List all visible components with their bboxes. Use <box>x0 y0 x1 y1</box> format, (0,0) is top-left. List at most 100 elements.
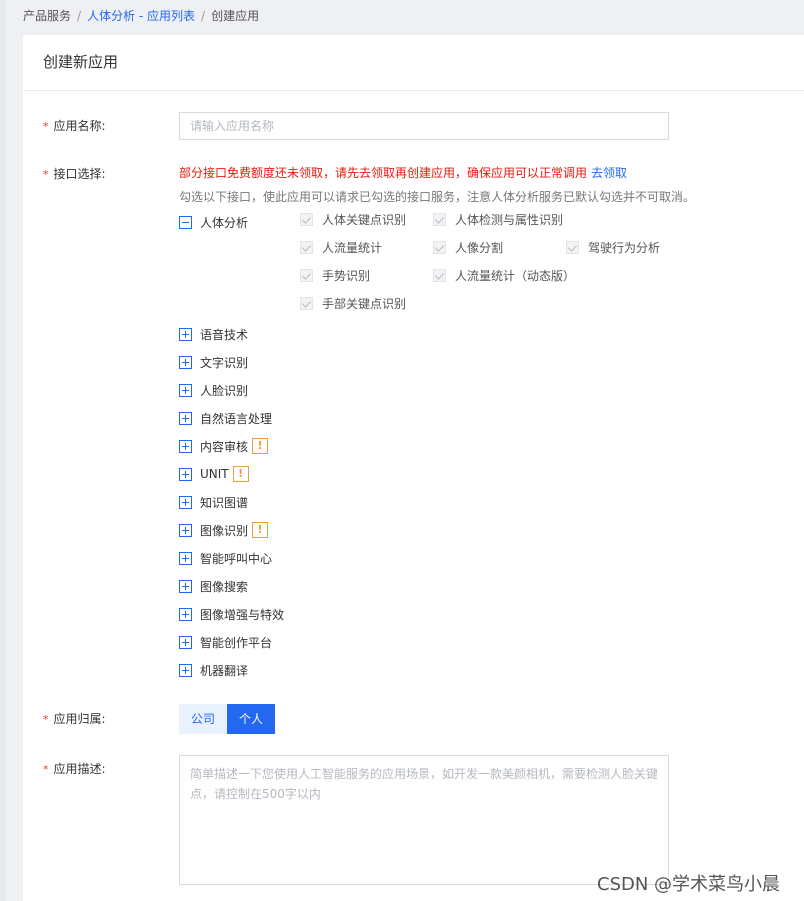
warning-badge-icon: ! <box>232 466 249 482</box>
claim-quota-link[interactable]: 去领取 <box>591 166 627 180</box>
expand-icon[interactable] <box>179 439 192 453</box>
tree-group-label: 机器翻译 <box>200 663 249 678</box>
required-mark: * <box>43 168 49 181</box>
checkmark-icon <box>433 269 446 282</box>
tree-group-label: 图像识别 <box>200 523 249 538</box>
app-name-input[interactable]: 请输入应用名称 <box>179 112 669 140</box>
api-checkbox: 人体检测与属性识别 <box>433 211 563 228</box>
expand-icon[interactable] <box>179 383 192 397</box>
api-checkbox-label: 手势识别 <box>322 269 371 283</box>
expand-icon[interactable] <box>179 551 192 565</box>
tree-group-image-enhance[interactable]: 图像增强与特效 <box>179 606 284 622</box>
api-select-label-text: 接口选择: <box>53 167 106 181</box>
breadcrumb-item-app-list[interactable]: 人体分析 - 应用列表 <box>87 9 195 23</box>
collapse-icon[interactable] <box>179 215 192 229</box>
ownership-option-company[interactable]: 公司 <box>179 704 227 734</box>
checkmark-icon <box>300 297 313 310</box>
create-app-panel: 创建新应用 * 应用名称: 请输入应用名称 * 接口选择: 部分接口免费额度还未领取… <box>23 35 804 901</box>
ownership-label-text: 应用归属: <box>53 712 106 726</box>
api-checkbox: 人流量统计 <box>300 239 382 256</box>
api-checkbox: 人像分割 <box>433 239 503 256</box>
checkmark-icon <box>433 241 446 254</box>
free-quota-warning: 部分接口免费额度还未领取，请先去领取再创建应用，确保应用可以正常调用 去领取 <box>179 164 627 181</box>
tree-group-creation-platform[interactable]: 智能创作平台 <box>179 634 272 650</box>
tree-group-label: 智能呼叫中心 <box>200 551 273 566</box>
api-select-label: * 接口选择: <box>43 165 106 182</box>
required-mark: * <box>43 120 49 133</box>
breadcrumb-separator: / <box>201 9 206 23</box>
watermark: CSDN @学术菜鸟小晨 <box>597 874 781 895</box>
tree-group-machine-translation[interactable]: 机器翻译 <box>179 662 248 678</box>
expand-icon[interactable] <box>179 579 192 593</box>
tree-group-label: 语音技术 <box>200 327 249 342</box>
description-label: * 应用描述: <box>43 760 106 777</box>
expand-icon[interactable] <box>179 523 192 537</box>
api-checkbox-label: 人体关键点识别 <box>322 213 407 227</box>
api-checkbox-label: 人流量统计（动态版） <box>455 269 576 283</box>
app-name-label: * 应用名称: <box>43 117 106 134</box>
required-mark: * <box>43 713 49 726</box>
api-checkbox-label: 人流量统计 <box>322 241 383 255</box>
tree-group-knowledge-graph[interactable]: 知识图谱 <box>179 494 248 510</box>
tree-group-label: 文字识别 <box>200 355 249 370</box>
app-name-label-text: 应用名称: <box>53 119 106 133</box>
api-checkbox: 驾驶行为分析 <box>566 239 660 256</box>
expand-icon[interactable] <box>179 355 192 369</box>
tree-group-label: 知识图谱 <box>200 495 249 510</box>
expand-icon[interactable] <box>179 607 192 621</box>
page-title: 创建新应用 <box>23 35 804 91</box>
expand-icon[interactable] <box>179 663 192 677</box>
expand-icon[interactable] <box>179 327 192 341</box>
tree-group-face[interactable]: 人脸识别 <box>179 382 248 398</box>
breadcrumb-separator: / <box>77 9 82 23</box>
api-checkbox-label: 手部关键点识别 <box>322 297 407 311</box>
ownership-option-personal[interactable]: 个人 <box>227 704 275 734</box>
api-select-hint: 勾选以下接口，使此应用可以请求已勾选的接口服务，注意人体分析服务已默认勾选并不可… <box>179 190 696 204</box>
tree-group-label: UNIT <box>200 467 229 481</box>
breadcrumb: 产品服务 / 人体分析 - 应用列表 / 创建应用 <box>23 7 259 24</box>
checkmark-icon <box>566 241 579 254</box>
tree-group-unit[interactable]: UNIT! <box>179 466 249 482</box>
expand-icon[interactable] <box>179 467 192 481</box>
warning-badge-icon: ! <box>252 522 269 538</box>
description-label-text: 应用描述: <box>53 762 106 776</box>
tree-group-ocr[interactable]: 文字识别 <box>179 354 248 370</box>
tree-group-label: 图像搜索 <box>200 579 249 594</box>
ownership-toggle: 公司 个人 <box>179 704 275 734</box>
free-quota-warning-text: 部分接口免费额度还未领取，请先去领取再创建应用，确保应用可以正常调用 <box>179 166 588 180</box>
checkmark-icon <box>433 213 446 226</box>
api-checkbox-label: 人体检测与属性识别 <box>455 213 564 227</box>
warning-badge-icon: ! <box>252 438 269 454</box>
api-checkbox: 人流量统计（动态版） <box>433 267 575 284</box>
checkmark-icon <box>300 213 313 226</box>
ownership-label: * 应用归属: <box>43 710 106 727</box>
checkmark-icon <box>300 241 313 254</box>
tree-group-label: 智能创作平台 <box>200 635 273 650</box>
description-textarea[interactable]: 简单描述一下您使用人工智能服务的应用场景，如开发一款美颜相机，需要检测人脸关键点… <box>179 755 669 885</box>
expand-icon[interactable] <box>179 635 192 649</box>
tree-group-label: 图像增强与特效 <box>200 607 285 622</box>
checkmark-icon <box>300 269 313 282</box>
api-checkbox-label: 人像分割 <box>455 241 504 255</box>
tree-group-call-center[interactable]: 智能呼叫中心 <box>179 550 272 566</box>
tree-group-content-review[interactable]: 内容审核! <box>179 438 269 454</box>
api-checkbox: 手势识别 <box>300 267 370 284</box>
tree-group-label: 人体分析 <box>200 215 249 230</box>
api-checkbox: 手部关键点识别 <box>300 295 406 312</box>
tree-group-label: 内容审核 <box>200 439 249 454</box>
tree-group-image-search[interactable]: 图像搜索 <box>179 578 248 594</box>
expand-icon[interactable] <box>179 411 192 425</box>
tree-group-body-analysis[interactable]: 人体分析 <box>179 214 248 230</box>
expand-icon[interactable] <box>179 495 192 509</box>
breadcrumb-item-products[interactable]: 产品服务 <box>23 9 71 23</box>
api-checkbox: 人体关键点识别 <box>300 211 406 228</box>
tree-group-speech[interactable]: 语音技术 <box>179 326 248 342</box>
required-mark: * <box>43 763 49 776</box>
tree-group-label: 自然语言处理 <box>200 411 273 426</box>
tree-group-label: 人脸识别 <box>200 383 249 398</box>
api-checkbox-label: 驾驶行为分析 <box>588 241 661 255</box>
breadcrumb-item-create-app: 创建应用 <box>211 9 260 23</box>
left-edge-strip <box>0 0 6 901</box>
tree-group-nlp[interactable]: 自然语言处理 <box>179 410 272 426</box>
tree-group-image-recognition[interactable]: 图像识别! <box>179 522 269 538</box>
